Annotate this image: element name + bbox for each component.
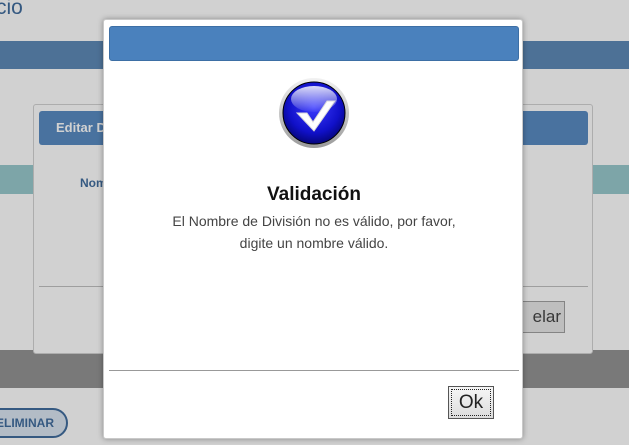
- dialog-message: El Nombre de División no es válido, por …: [144, 210, 484, 254]
- checkmark-icon: [278, 77, 350, 149]
- dialog-message-line-2: digite un nombre válido.: [239, 235, 389, 251]
- validation-dialog-header: [109, 26, 519, 61]
- dialog-message-line-1: El Nombre de División no es válido, por …: [172, 213, 456, 229]
- dialog-divider: [109, 370, 519, 371]
- ok-button[interactable]: Ok: [448, 386, 494, 419]
- validation-dialog: Validación El Nombre de División no es v…: [103, 19, 523, 439]
- dialog-title: Validación: [267, 184, 361, 205]
